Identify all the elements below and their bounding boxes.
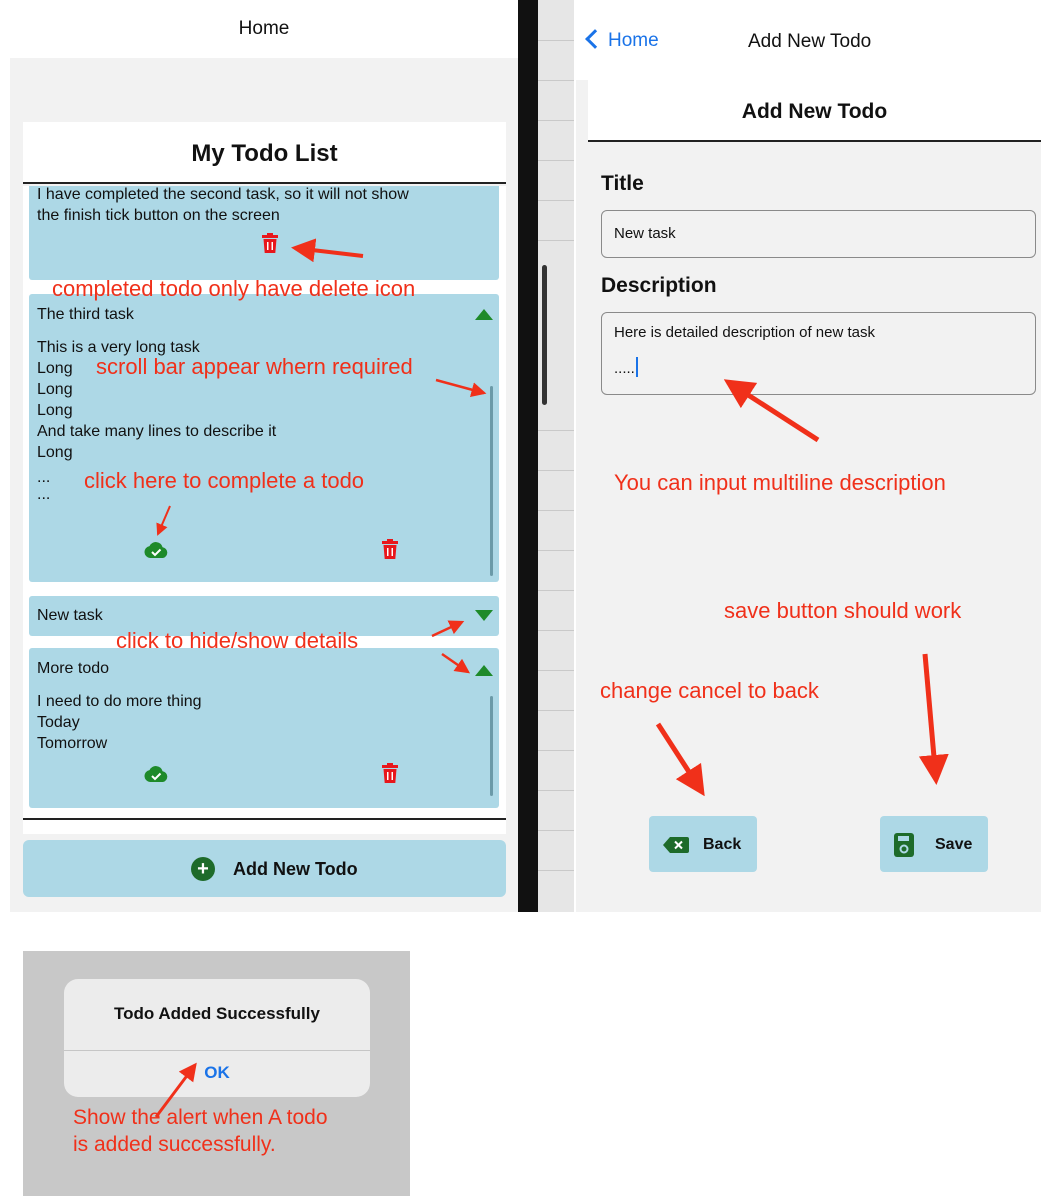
scrollbar[interactable]	[490, 386, 493, 576]
todo-title[interactable]: The third task	[37, 306, 134, 324]
nav-bar: Home Add New Todo	[576, 0, 1041, 80]
todo-description: I need to do more thing Today Tomorrow	[37, 691, 202, 754]
back-button[interactable]: Back	[649, 816, 757, 872]
trash-icon[interactable]	[382, 539, 398, 559]
plus-circle-icon: +	[191, 857, 215, 881]
cloud-check-icon[interactable]	[144, 542, 168, 558]
save-button-label: Save	[935, 836, 973, 853]
description-line: the finish tick button on the screen	[37, 207, 280, 224]
alert-dialog: Todo Added Successfully OK	[64, 979, 370, 1097]
title-input-value: New task	[614, 225, 676, 242]
strip-line	[538, 710, 574, 711]
description-line: Today	[37, 714, 80, 731]
strip-line	[538, 790, 574, 791]
back-button-label: Back	[703, 836, 742, 853]
strip-line	[538, 550, 574, 551]
list-title: My Todo List	[191, 140, 338, 167]
todo-title[interactable]: More todo	[37, 660, 109, 678]
chevron-left-icon[interactable]	[585, 29, 605, 49]
description-line: .....	[614, 360, 635, 377]
description-line: Long	[37, 444, 73, 461]
description-label: Description	[601, 274, 717, 297]
triangle-up-icon[interactable]	[475, 665, 493, 676]
nav-title: Home	[238, 18, 290, 39]
strip-line	[538, 830, 574, 831]
strip-line	[538, 470, 574, 471]
alert-ok-button[interactable]: OK	[64, 1063, 370, 1083]
description-textarea[interactable]: Here is detailed description of new task…	[601, 312, 1036, 395]
description-line: Long	[37, 402, 73, 419]
nav-bar: Home	[10, 0, 518, 58]
strip-line	[538, 750, 574, 751]
description-line: I need to do more thing	[37, 693, 202, 710]
strip-line	[538, 200, 574, 201]
strip-line	[538, 430, 574, 431]
description-line: And take many lines to describe it	[37, 423, 277, 440]
annotation-text: click here to complete a todo	[84, 468, 365, 493]
strip-line	[538, 120, 574, 121]
strip-line	[538, 80, 574, 81]
text-caret	[635, 357, 638, 377]
strip-line	[538, 670, 574, 671]
description-line: Long	[37, 381, 73, 398]
strip-line	[538, 590, 574, 591]
background-window-strip	[518, 0, 574, 912]
title-input[interactable]: New task	[601, 210, 1036, 258]
list-header: My Todo List	[23, 122, 506, 184]
title-label: Title	[601, 172, 644, 195]
triangle-down-icon[interactable]	[475, 610, 493, 621]
home-screen: Home My Todo List I have completed the s…	[10, 0, 518, 912]
todo-item-completed: I have completed the second task, so it …	[29, 186, 499, 280]
cloud-check-icon[interactable]	[144, 766, 168, 782]
alert-title: Todo Added Successfully	[114, 1004, 320, 1023]
strip-line	[538, 630, 574, 631]
scrollbar-thumb[interactable]	[542, 265, 547, 405]
annotation-text: change cancel to back	[600, 678, 819, 703]
strip-line	[538, 870, 574, 871]
todo-item[interactable]: More todo I need to do more thing Today …	[29, 648, 499, 808]
scrollbar[interactable]	[490, 696, 493, 796]
nav-title: Add New Todo	[748, 31, 872, 52]
trash-icon[interactable]	[382, 763, 398, 783]
strip-line	[538, 240, 574, 241]
todo-title[interactable]: New task	[37, 607, 103, 625]
annotation-text: is added successfully.	[73, 1133, 276, 1156]
add-new-todo-label: Add New Todo	[233, 859, 358, 879]
trash-icon[interactable]	[262, 233, 278, 253]
annotation-text: save button should work	[724, 598, 962, 623]
annotation-text: click to hide/show details	[116, 628, 359, 653]
annotation-text: Show the alert when A todo	[73, 1106, 328, 1129]
triangle-up-icon[interactable]	[475, 309, 493, 320]
add-todo-screen: Home Add New Todo Add New Todo Title New…	[576, 0, 1041, 912]
todo-description: I have completed the second task, so it …	[37, 186, 409, 226]
list-footer	[23, 818, 506, 834]
annotation-text: scroll bar appear whern required	[96, 354, 413, 379]
description-line: I have completed the second task, so it …	[37, 186, 409, 203]
annotation-text: completed todo only have delete icon	[52, 276, 416, 301]
nav-back-button[interactable]: Home	[608, 30, 659, 52]
todo-item[interactable]: The third task This is a very long task …	[29, 294, 499, 582]
form-title: Add New Todo	[741, 100, 888, 123]
dark-edge	[518, 0, 538, 912]
strip-line	[538, 510, 574, 511]
save-button[interactable]: Save	[880, 816, 988, 872]
strip-line	[538, 160, 574, 161]
add-new-todo-button[interactable]: + Add New Todo	[23, 840, 506, 897]
save-icon	[894, 833, 914, 857]
description-line: Tomorrow	[37, 735, 108, 752]
alert-separator	[64, 1050, 370, 1051]
description-line: Here is detailed description of new task	[614, 324, 875, 341]
annotation-text: You can input multiline description	[614, 470, 946, 495]
backspace-icon	[663, 837, 689, 853]
strip-line	[538, 40, 574, 41]
form-header: Add New Todo	[588, 80, 1041, 142]
alert-backdrop: Todo Added Successfully OK	[23, 951, 410, 1196]
